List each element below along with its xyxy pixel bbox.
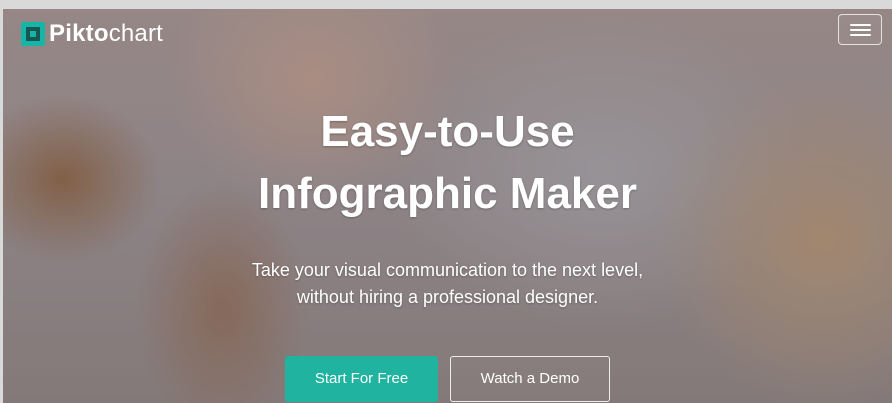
logo-wordmark: Piktochart — [49, 19, 163, 49]
watch-a-demo-button[interactable]: Watch a Demo — [450, 356, 610, 402]
hamburger-menu-icon-bar — [850, 34, 871, 36]
headline-line-2: Infographic Maker — [258, 169, 637, 218]
hero-section: Piktochart Easy-to-Use Infographic Maker… — [3, 9, 892, 403]
hamburger-menu-icon-bar — [850, 29, 871, 31]
hero-headline: Easy-to-Use Infographic Maker — [3, 101, 892, 225]
headline-line-1: Easy-to-Use — [320, 107, 575, 156]
logo-text-strong: Pikto — [49, 20, 109, 47]
start-for-free-button[interactable]: Start For Free — [285, 356, 438, 402]
piktochart-logo[interactable]: Piktochart — [21, 19, 163, 49]
piktochart-logo-icon — [21, 22, 45, 46]
hero-subtitle: Take your visual communication to the ne… — [3, 257, 892, 311]
subtitle-line-1: Take your visual communication to the ne… — [251, 260, 644, 280]
subtitle-line-2: without hiring a professional designer. — [296, 287, 599, 307]
logo-text-light: chart — [108, 20, 164, 47]
hamburger-menu-icon — [850, 24, 871, 26]
hamburger-menu-button[interactable] — [838, 14, 882, 45]
